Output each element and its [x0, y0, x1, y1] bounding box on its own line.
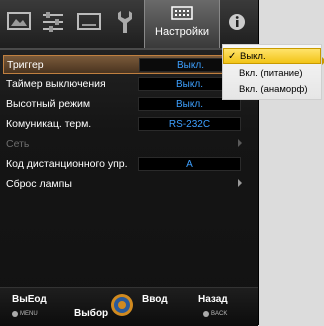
screen-icon: [76, 11, 102, 33]
menu-item-remote-code[interactable]: Код дистанционного упр. A: [3, 155, 255, 174]
check-icon: ✓: [228, 51, 237, 62]
sliders-icon: [40, 11, 66, 33]
menu-item-label: Код дистанционного упр.: [6, 158, 128, 170]
settings-menu: Триггер Выкл. Таймер выключения Выкл. Вы…: [3, 55, 255, 195]
info-icon: [227, 12, 247, 32]
chevron-right-icon: [238, 139, 242, 147]
back-label: Назад: [198, 294, 228, 305]
dropdown-option-on-power[interactable]: Вкл. (питание): [223, 66, 321, 82]
menu-item-network: Сеть: [3, 135, 255, 154]
menu-item-comm-terminal[interactable]: Комуникац. терм. RS-232C: [3, 115, 255, 134]
wrench-icon: [114, 9, 136, 35]
menu-item-off-timer[interactable]: Таймер выключения Выкл.: [3, 75, 255, 94]
menu-item-value: A: [138, 157, 241, 171]
menu-item-high-altitude[interactable]: Высотный режим Выкл.: [3, 95, 255, 114]
trigger-options-dropdown: ✓ Выкл. Вкл. (питание) Вкл. (анаморф): [222, 44, 322, 100]
exit-label: ВыЕод: [12, 294, 47, 305]
chevron-right-icon: [238, 179, 242, 187]
tab-input[interactable]: [74, 4, 104, 40]
dropdown-option-on-anamorphic[interactable]: Вкл. (анаморф): [223, 82, 321, 98]
menu-item-trigger[interactable]: Триггер Выкл.: [3, 55, 255, 74]
projector-osd: Настройки Триггер Выкл. Таймер выключени…: [0, 0, 259, 326]
button-guide-bar: ВыЕод MENU Выбор Ввод Назад BACK: [0, 287, 258, 326]
menu-item-value: RS-232C: [138, 117, 241, 131]
tab-settings-label: Настройки: [155, 26, 209, 38]
menu-item-label: Таймер выключения: [6, 78, 106, 90]
menu-tab-bar: Настройки: [0, 0, 258, 50]
tab-installation[interactable]: [110, 4, 140, 40]
menu-item-label: Высотный режим: [6, 98, 91, 110]
dpad-icon: [110, 293, 134, 322]
menu-item-label: Сеть: [6, 138, 30, 150]
tab-settings[interactable]: Настройки: [144, 0, 220, 48]
dropdown-option-off[interactable]: ✓ Выкл.: [223, 48, 321, 64]
tab-picture[interactable]: [4, 4, 34, 40]
tab-info[interactable]: [222, 4, 252, 40]
enter-label: Ввод: [142, 294, 168, 305]
menu-item-label: Триггер: [7, 59, 44, 71]
select-label: Выбор: [74, 308, 109, 319]
menu-item-label: Комуникац. терм.: [6, 118, 92, 130]
settings-grid-icon: [171, 6, 193, 20]
back-button-icon: [203, 311, 209, 317]
tab-adjust[interactable]: [38, 4, 68, 40]
menu-hint: MENU: [12, 311, 38, 317]
picture-icon: [6, 11, 32, 33]
menu-button-icon: [12, 311, 18, 317]
menu-item-lamp-reset[interactable]: Сброс лампы: [3, 175, 255, 194]
menu-item-label: Сброс лампы: [6, 178, 72, 190]
back-hint: BACK: [203, 311, 227, 317]
